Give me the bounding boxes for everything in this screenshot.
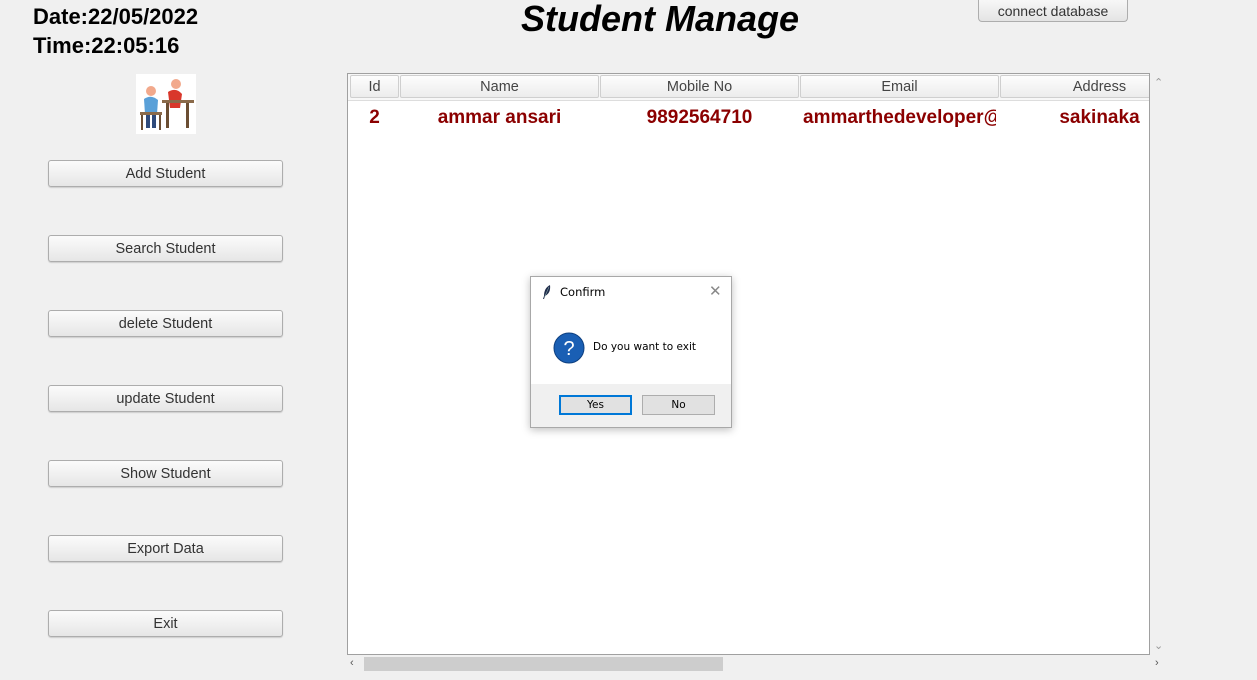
add-student-button[interactable]: Add Student bbox=[48, 160, 283, 187]
connect-database-button[interactable]: connect database bbox=[978, 0, 1128, 22]
dialog-title: Confirm bbox=[560, 285, 606, 299]
delete-student-button[interactable]: delete Student bbox=[48, 310, 283, 337]
scroll-down-icon[interactable]: ⌄ bbox=[1154, 639, 1163, 652]
feather-icon bbox=[543, 285, 551, 299]
no-button[interactable]: No bbox=[642, 395, 715, 415]
scroll-right-icon[interactable]: › bbox=[1155, 657, 1159, 669]
svg-text:?: ? bbox=[563, 338, 574, 360]
horizontal-scroll-thumb[interactable] bbox=[364, 657, 723, 671]
scroll-up-icon[interactable]: ⌃ bbox=[1154, 76, 1163, 89]
cell-name: ammar ansari bbox=[437, 107, 562, 128]
column-header-id[interactable]: Id bbox=[350, 75, 399, 98]
table-header: Id Name Mobile No Email Address bbox=[348, 74, 1149, 101]
close-icon[interactable]: ✕ bbox=[709, 282, 722, 300]
dialog-message: Do you want to exit bbox=[593, 341, 697, 353]
cell-address: sakinaka bbox=[1059, 107, 1140, 128]
student-table[interactable]: Id Name Mobile No Email Address 2 ammar … bbox=[347, 73, 1150, 655]
time-label: Time:22:05:16 bbox=[33, 33, 180, 58]
column-header-email[interactable]: Email bbox=[800, 75, 999, 98]
date-label: Date:22/05/2022 bbox=[33, 4, 198, 29]
vertical-scrollbar[interactable]: ⌃ ⌄ bbox=[1150, 73, 1166, 655]
app-title: Student Manage bbox=[520, 0, 799, 39]
column-header-address[interactable]: Address bbox=[1000, 75, 1149, 98]
dialog-footer: Yes No bbox=[531, 384, 731, 427]
yes-button[interactable]: Yes bbox=[559, 395, 632, 415]
column-header-name[interactable]: Name bbox=[400, 75, 599, 98]
cell-id: 2 bbox=[369, 107, 380, 128]
show-student-button[interactable]: Show Student bbox=[48, 460, 283, 487]
horizontal-scrollbar[interactable]: ‹ › bbox=[347, 656, 1167, 672]
cell-email: ammarthedeveloper@ bbox=[803, 107, 996, 128]
exit-button[interactable]: Exit bbox=[48, 610, 283, 637]
update-student-button[interactable]: update Student bbox=[48, 385, 283, 412]
cell-mobile: 9892564710 bbox=[646, 107, 753, 128]
scroll-left-icon[interactable]: ‹ bbox=[350, 657, 354, 669]
search-student-button[interactable]: Search Student bbox=[48, 235, 283, 262]
students-logo-icon bbox=[136, 74, 196, 134]
column-header-mobile[interactable]: Mobile No bbox=[600, 75, 799, 98]
question-icon: ? bbox=[553, 332, 585, 364]
confirm-dialog: Confirm ✕ ? Do you want to exit Yes No bbox=[530, 276, 732, 428]
export-data-button[interactable]: Export Data bbox=[48, 535, 283, 562]
